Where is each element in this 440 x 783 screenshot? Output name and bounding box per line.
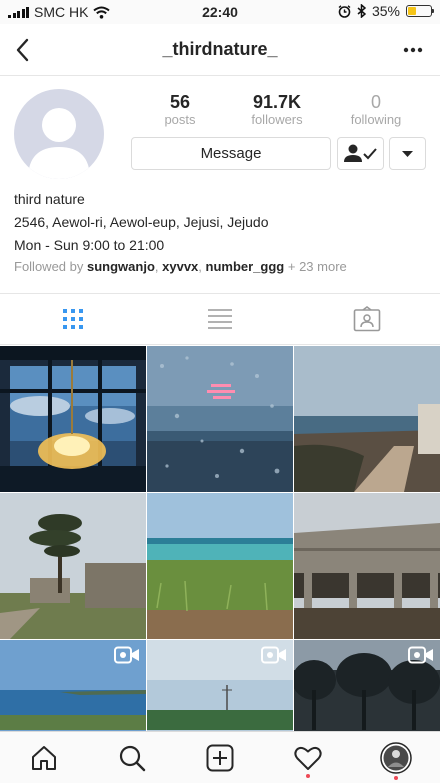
tab-new-post[interactable]: [176, 732, 264, 783]
profile-full-name: third nature: [14, 191, 85, 207]
stat-posts[interactable]: 56 posts: [130, 92, 230, 128]
stat-label: followers: [251, 112, 303, 127]
profile-stats: 56 posts 91.7K followers 0 following: [130, 92, 430, 130]
tab-search[interactable]: [88, 732, 176, 783]
status-right: 35%: [338, 3, 434, 19]
more-dots-icon[interactable]: [400, 38, 426, 62]
stat-value: 91.7K: [252, 92, 302, 112]
post-thumbnail[interactable]: [147, 346, 293, 492]
tab-home[interactable]: [0, 732, 88, 783]
tab-profile[interactable]: [352, 732, 440, 783]
posts-grid: [0, 346, 440, 731]
alarm-icon: [338, 4, 351, 18]
battery-icon: [406, 5, 434, 17]
stat-value: 0: [370, 92, 381, 112]
photo-rain-window-sea: [147, 346, 293, 492]
notification-dot: [394, 776, 398, 780]
bottom-tab-bar: [0, 731, 440, 783]
search-icon: [119, 745, 146, 772]
follower-username[interactable]: xyvvx: [162, 259, 198, 274]
video-camera-icon: [114, 646, 139, 664]
tagged-icon: [353, 306, 381, 332]
notification-dot: [306, 774, 310, 778]
tab-grid-view[interactable]: [0, 294, 146, 344]
post-thumbnail[interactable]: [0, 493, 146, 639]
stat-label: posts: [164, 112, 196, 127]
post-thumbnail[interactable]: [147, 640, 293, 731]
photo-pine-tree-ruins: [0, 493, 146, 639]
video-camera-icon: [261, 646, 286, 664]
photo-coastal-path: [294, 346, 440, 492]
video-camera-icon: [408, 646, 433, 664]
photo-chandelier-window: [0, 346, 146, 492]
photo-concrete-building: [294, 493, 440, 639]
followed-by-more[interactable]: + 23 more: [288, 259, 347, 274]
status-bar: SMC HK 22:40 35%: [0, 0, 440, 24]
navigation-bar: _thirdnature_: [0, 24, 440, 76]
following-button[interactable]: [337, 137, 384, 170]
default-avatar-icon: [28, 108, 90, 179]
view-tabs: [0, 293, 440, 345]
tab-tagged-view[interactable]: [294, 294, 440, 344]
photo-grass-coast: [147, 493, 293, 639]
followed-by-prefix: Followed by: [14, 259, 84, 274]
follower-username[interactable]: number_ggg: [206, 259, 285, 274]
profile-hours: Mon - Sun 9:00 to 21:00: [14, 237, 165, 253]
tab-list-view[interactable]: [147, 294, 293, 344]
post-thumbnail[interactable]: [0, 640, 146, 731]
tab-activity[interactable]: [264, 732, 352, 783]
message-button[interactable]: Message: [131, 137, 331, 170]
followed-by-line[interactable]: Followed by sungwanjo, xyvvx, number_ggg…: [14, 259, 434, 274]
follower-username[interactable]: sungwanjo: [87, 259, 155, 274]
avatar-icon: [380, 742, 412, 774]
grid-icon: [63, 309, 83, 329]
profile-username-title: _thirdnature_: [162, 39, 278, 59]
battery-percent: 35%: [371, 3, 400, 19]
post-thumbnail[interactable]: [0, 346, 146, 492]
person-check-icon: [344, 144, 377, 162]
stat-label: following: [350, 112, 402, 127]
post-thumbnail[interactable]: [147, 493, 293, 639]
battery-level: [408, 7, 416, 15]
bluetooth-icon: [357, 4, 366, 18]
profile-bio: third nature 2546, Aewol-ri, Aewol-eup, …: [14, 188, 434, 257]
plus-square-icon: [206, 744, 234, 772]
profile-avatar[interactable]: [14, 89, 104, 179]
stat-following[interactable]: 0 following: [326, 92, 426, 128]
stat-value: 56: [169, 92, 191, 112]
home-icon: [32, 746, 56, 770]
profile-address: 2546, Aewol-ri, Aewol-eup, Jejusi, Jejud…: [14, 214, 269, 230]
heart-icon: [294, 746, 322, 770]
post-thumbnail[interactable]: [294, 346, 440, 492]
stat-followers[interactable]: 91.7K followers: [227, 92, 327, 128]
post-thumbnail[interactable]: [294, 640, 440, 731]
caret-down-icon: [402, 151, 413, 157]
post-thumbnail[interactable]: [294, 493, 440, 639]
list-icon: [208, 309, 232, 329]
suggestions-dropdown-button[interactable]: [389, 137, 426, 170]
